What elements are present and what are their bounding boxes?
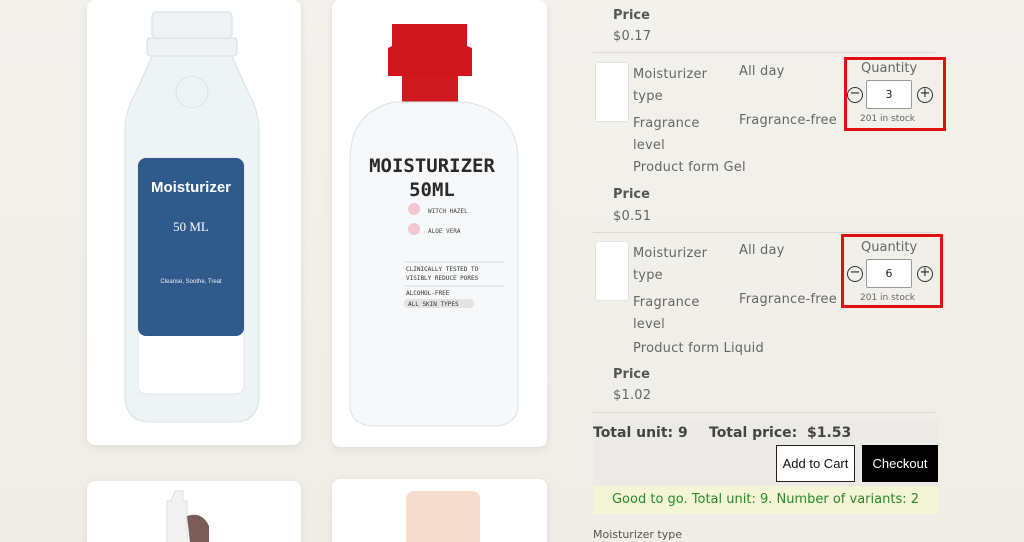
moisturizer-type-label: Moisturizer type [633, 67, 708, 104]
moisturizer-type-label: Moisturizer type [633, 246, 708, 283]
bottle-title-line2: 50ML [409, 179, 455, 201]
product-image-dropper [166, 490, 209, 542]
divider [593, 232, 935, 233]
quantity-title: Quantity [861, 240, 918, 255]
variant-thumbnail [595, 62, 629, 122]
label-desc-text: Cleanse, Soothe, Treat [160, 279, 222, 285]
quantity-input[interactable]: 3 [866, 80, 912, 109]
ingredient-aloe-vera: ALOE VERA [428, 228, 461, 235]
price-label: Price [613, 187, 650, 202]
product-image-tube [406, 491, 480, 542]
claim-line2: VISIBLY REDUCE PORES [406, 275, 479, 282]
moisturizer-type-value: All day [739, 243, 785, 258]
price-value: $0.51 [613, 209, 652, 224]
price-label-top: Price [613, 8, 650, 23]
minus-circle-icon[interactable]: − [847, 87, 863, 103]
product-image-plastic-bottle: Moisturizer 50 ML Cleanse, Soothe, Treat [124, 11, 260, 423]
product-card-moisturizer-50ml[interactable]: MOISTURIZER 50ML WITCH HAZEL ALOE VERA C… [332, 0, 547, 447]
product-card-dropper-bottle[interactable] [87, 481, 301, 542]
status-message: Good to go. Total unit: 9. Number of var… [593, 486, 938, 514]
product-image-red-cap-bottle: MOISTURIZER 50ML WITCH HAZEL ALOE VERA C… [349, 24, 519, 427]
plus-circle-icon[interactable]: + [917, 266, 933, 282]
fragrance-label: Fragrance level [633, 295, 700, 332]
add-to-cart-button[interactable]: Add to Cart [776, 445, 855, 482]
product-form-text: Product form Liquid [633, 341, 764, 356]
label-volume-text: 50 ML [173, 219, 209, 234]
price-label: Price [613, 367, 650, 382]
bottle-title-line1: MOISTURIZER [369, 155, 495, 177]
stock-text: 201 in stock [860, 293, 915, 303]
price-value: $1.02 [613, 388, 652, 403]
divider [593, 52, 935, 53]
product-card-pink-tube[interactable] [332, 479, 547, 542]
claim-line1: CLINICALLY TESTED TO [406, 266, 479, 273]
divider [593, 412, 935, 413]
total-price-text: Total price: $1.53 [709, 425, 852, 441]
variant-thumbnail [595, 241, 629, 301]
feature-alcohol-free: ALCOHOL-FREE [406, 290, 450, 297]
product-form-text: Product form Gel [633, 160, 746, 175]
quantity-input[interactable]: 6 [866, 259, 912, 288]
feature-all-skin-types: ALL SKIN TYPES [408, 301, 459, 308]
price-value-top: $0.17 [613, 29, 652, 44]
fragrance-value: Fragrance-free [739, 292, 837, 307]
product-card-moisturizer-bottle[interactable]: Moisturizer 50 ML Cleanse, Soothe, Treat [87, 0, 301, 445]
label-title-text: Moisturizer [151, 179, 231, 196]
plus-circle-icon[interactable]: + [917, 87, 933, 103]
moisturizer-type-value: All day [739, 64, 785, 79]
minus-circle-icon[interactable]: − [847, 266, 863, 282]
quantity-title: Quantity [861, 61, 918, 76]
ingredient-witch-hazel: WITCH HAZEL [428, 208, 468, 215]
stock-text: 201 in stock [860, 114, 915, 124]
filter-label: Moisturizer type [593, 528, 683, 541]
checkout-button[interactable]: Checkout [862, 445, 938, 482]
fragrance-value: Fragrance-free [739, 113, 837, 128]
total-unit-text: Total unit: 9 [593, 425, 688, 441]
fragrance-label: Fragrance level [633, 116, 700, 153]
